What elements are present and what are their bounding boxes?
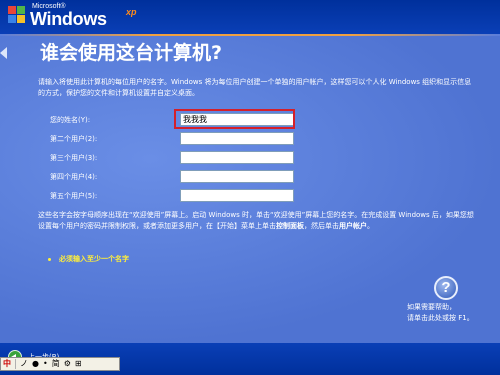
help-line-1: 如果需要帮助， [407, 303, 456, 311]
ime-item-4[interactable]: 简 [50, 358, 62, 370]
required-note: 必须输入至少一个名字 [48, 254, 129, 264]
ime-item-5[interactable]: ⚙ [62, 358, 73, 370]
ime-item-3[interactable]: • [41, 358, 50, 370]
help-text[interactable]: 如果需要帮助， 请单击此处或按 F1。 [407, 302, 487, 324]
brand-xp: xp [126, 7, 137, 17]
user-accounts-text: 用户帐户 [339, 222, 367, 230]
field-label-user2: 第二个用户(2): [50, 135, 98, 143]
bullet-icon [48, 257, 51, 261]
brand-windows: Windows [30, 9, 107, 29]
ime-item-6[interactable]: ⊞ [73, 358, 84, 370]
info-note: 这些名字会按字母顺序出现在“欢迎使用”屏幕上。启动 Windows 时，单击“欢… [38, 210, 478, 232]
user5-input[interactable] [180, 189, 294, 202]
ime-item-1[interactable]: ノ [18, 358, 30, 370]
help-line-2: 请单击此处或按 F1。 [407, 314, 474, 322]
user2-input[interactable] [180, 132, 294, 145]
windows-logo-icon [8, 6, 26, 24]
user4-input[interactable] [180, 170, 294, 183]
left-arrow-icon [0, 47, 7, 59]
field-label-user4: 第四个用户(4): [50, 173, 98, 181]
note-text-2: ，然后单击 [304, 222, 339, 230]
note-text-3: 。 [367, 222, 374, 230]
field-label-name: 您的姓名(Y): [50, 116, 91, 124]
name-highlight [174, 109, 295, 129]
ime-item-2[interactable]: ● [30, 358, 41, 370]
control-panel-text: 控制面板 [276, 222, 304, 230]
user3-input[interactable] [180, 151, 294, 164]
ime-toolbar: 中 ノ ● • 简 ⚙ ⊞ [0, 357, 120, 371]
note-text-1: 这些名字会按字母顺序出现在“欢迎使用”屏幕上。启动 Windows 时，单击“欢… [38, 211, 474, 230]
required-text: 必须输入至少一个名字 [59, 255, 129, 263]
page-title: 谁会使用这台计算机? [40, 42, 223, 64]
ime-lang[interactable]: 中 [1, 358, 13, 370]
ime-separator [15, 359, 16, 369]
field-label-user5: 第五个用户(5): [50, 192, 98, 200]
field-label-user3: 第三个用户(3): [50, 154, 98, 162]
page-description: 请输入将使用此计算机的每位用户的名字。Windows 将为每位用户创建一个单独的… [38, 78, 472, 97]
title-bar: Microsoft® Windows xp [0, 0, 500, 34]
help-icon[interactable]: ? [434, 276, 458, 300]
